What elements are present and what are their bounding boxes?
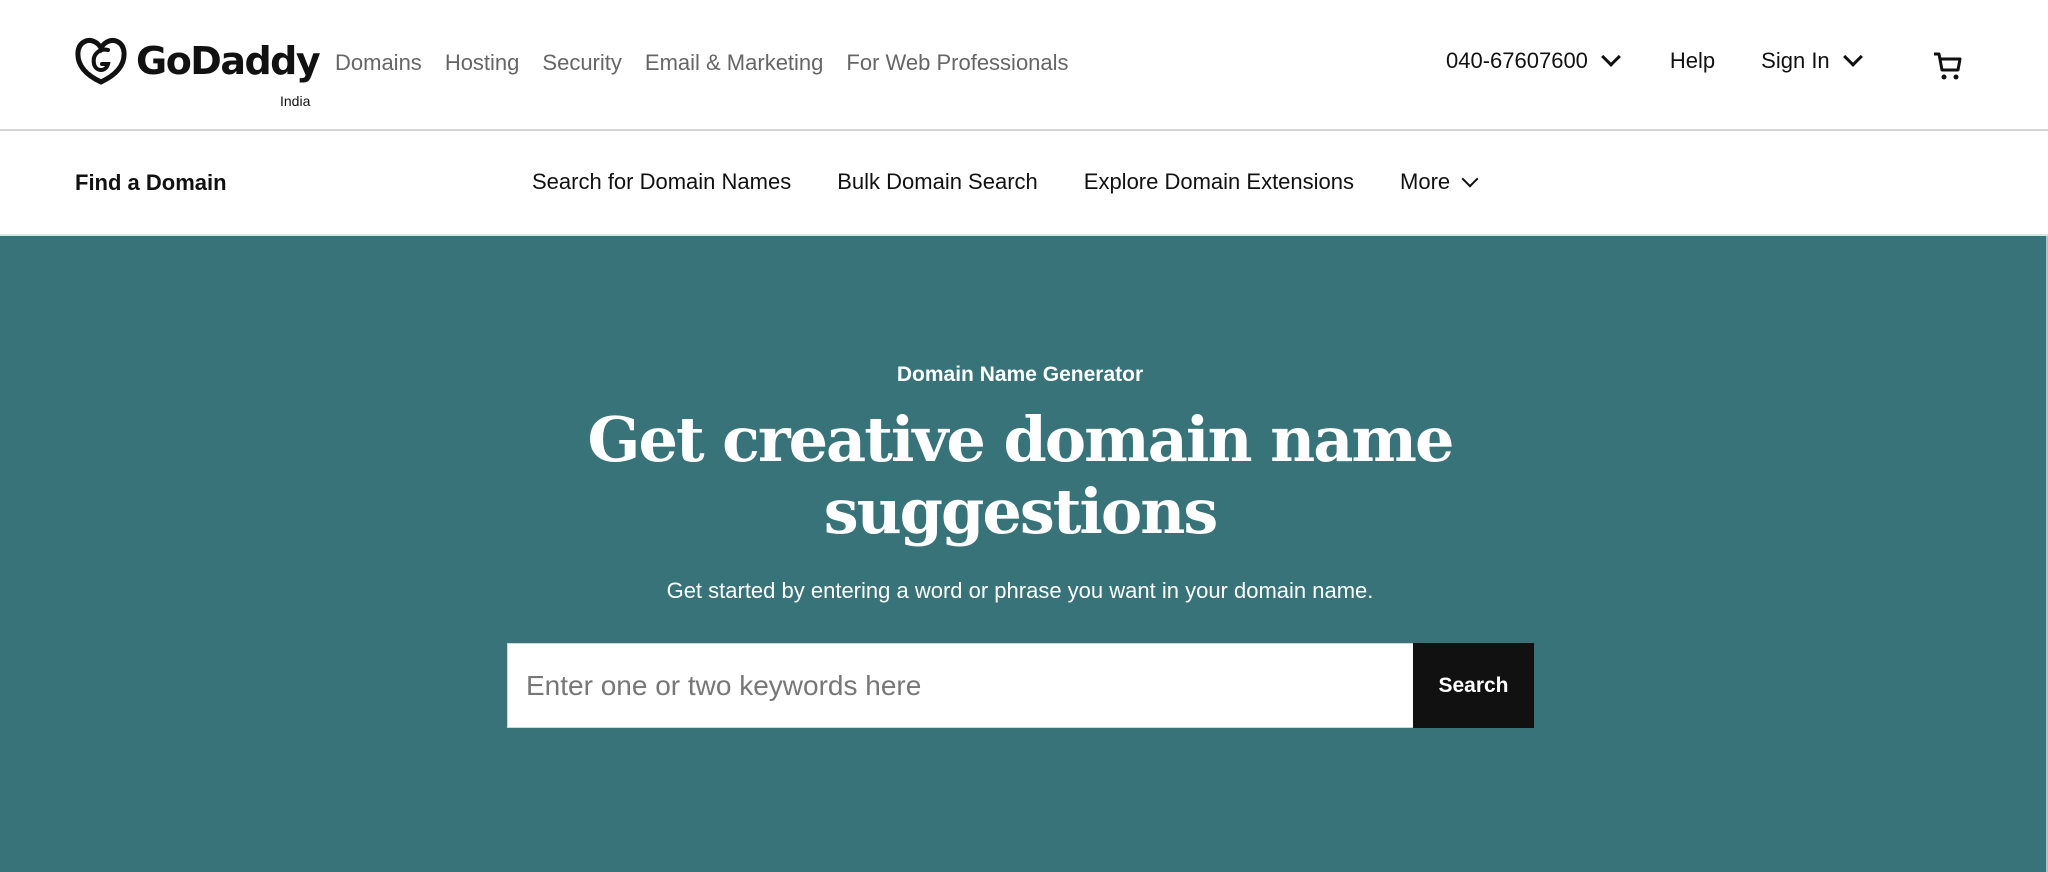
- subnav-links: Search for Domain Names Bulk Domain Sear…: [532, 169, 1479, 195]
- hero-headline: Get creative domain name suggestions: [0, 404, 2040, 548]
- headline-line-2: suggestions: [823, 475, 1219, 548]
- domain-subnav: Find a Domain Search for Domain Names Bu…: [0, 131, 2048, 236]
- sign-in-label: Sign In: [1761, 48, 1830, 73]
- phone-number: 040-67607600: [1446, 48, 1588, 73]
- hero-section: Domain Name Generator Get creative domai…: [0, 236, 2048, 872]
- help-link[interactable]: Help: [1670, 48, 1715, 74]
- nav-web-professionals[interactable]: For Web Professionals: [846, 50, 1068, 76]
- cart-icon[interactable]: [1932, 50, 1964, 82]
- godaddy-heart-icon: [75, 37, 127, 85]
- nav-email-marketing[interactable]: Email & Marketing: [645, 50, 824, 76]
- chevron-down-icon: [1601, 47, 1621, 67]
- hero-subtext: Get started by entering a word or phrase…: [666, 578, 1374, 603]
- help-label: Help: [1669, 48, 1716, 73]
- godaddy-logo[interactable]: GoDaddy: [74, 36, 321, 86]
- main-nav: Domains Hosting Security Email & Marketi…: [335, 50, 1092, 76]
- subnav-more-dropdown[interactable]: More: [1400, 169, 1479, 195]
- subnav-title[interactable]: Find a Domain: [75, 170, 227, 196]
- phone-dropdown[interactable]: 040-67607600: [1446, 47, 1621, 74]
- sign-in-dropdown[interactable]: Sign In: [1761, 47, 1863, 74]
- logo-wordmark: GoDaddy: [136, 39, 321, 83]
- keyword-search-input[interactable]: [507, 643, 1413, 728]
- chevron-down-icon: [1842, 47, 1863, 67]
- subnav-explore-extensions[interactable]: Explore Domain Extensions: [1084, 169, 1354, 195]
- chevron-down-icon: [1461, 170, 1479, 188]
- domain-search-form: Search: [507, 643, 1534, 728]
- nav-domains[interactable]: Domains: [335, 50, 422, 76]
- hero-eyebrow: Domain Name Generator: [896, 363, 1144, 386]
- search-button[interactable]: Search: [1413, 643, 1534, 728]
- utility-nav: 040-67607600 Help Sign In: [1446, 47, 1863, 74]
- subnav-bulk-domain-search[interactable]: Bulk Domain Search: [837, 169, 1038, 195]
- nav-security[interactable]: Security: [542, 50, 621, 76]
- headline-line-1: Get creative domain name: [587, 403, 1455, 476]
- top-header: GoDaddy India Domains Hosting Security E…: [0, 0, 2048, 131]
- nav-hosting[interactable]: Hosting: [445, 50, 520, 76]
- logo-region-label: India: [280, 93, 311, 109]
- subnav-search-domain-names[interactable]: Search for Domain Names: [532, 169, 791, 195]
- more-label: More: [1400, 169, 1451, 194]
